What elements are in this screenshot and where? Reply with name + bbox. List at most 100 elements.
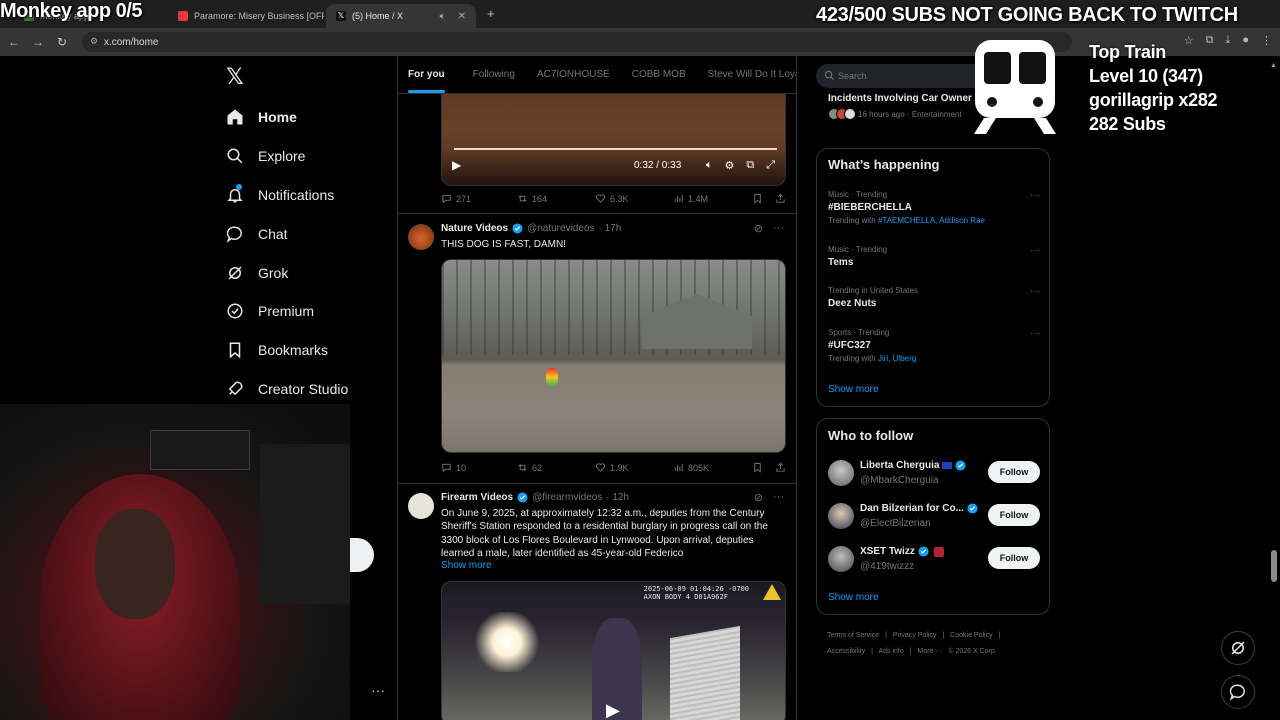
follow-button[interactable]: Follow: [988, 461, 1040, 483]
new-tab-icon[interactable]: +: [487, 6, 495, 21]
video-progress-bar[interactable]: [454, 148, 777, 150]
like-button[interactable]: 1.9K: [595, 462, 673, 473]
author-name[interactable]: Nature Videos: [441, 223, 508, 234]
forward-icon[interactable]: →: [26, 35, 50, 49]
more-icon[interactable]: ···: [1030, 190, 1040, 201]
address-bar[interactable]: ⚙ x.com/home: [82, 32, 1072, 52]
show-more-link[interactable]: Show more: [441, 560, 492, 571]
reply-button[interactable]: 10: [441, 462, 517, 473]
follow-suggestion[interactable]: XSET Twizz @419twizzz Follow: [828, 543, 1040, 579]
bookmark-button[interactable]: [752, 462, 763, 473]
fullscreen-icon[interactable]: ⤢: [766, 159, 775, 172]
reply-icon: [442, 463, 451, 473]
footer-link-terms[interactable]: Terms of Service: [827, 632, 879, 639]
post-divider: [398, 213, 796, 214]
site-info-icon[interactable]: ⚙: [90, 36, 98, 47]
footer-link-cookies[interactable]: Cookie Policy: [950, 632, 992, 639]
trend-item[interactable]: Music · Trending Tems ···: [828, 245, 1040, 268]
sidebar-item-creator-studio[interactable]: Creator Studio: [222, 370, 348, 409]
footer-link-privacy[interactable]: Privacy Policy: [893, 632, 937, 639]
more-icon[interactable]: ···: [1030, 245, 1040, 256]
more-icon[interactable]: ···: [1030, 328, 1040, 339]
repost-button[interactable]: 62: [517, 462, 595, 473]
follow-name: XSET Twizz: [860, 546, 915, 557]
news-headline[interactable]: Incidents Involving Car Owner: [828, 93, 972, 104]
grok-icon[interactable]: ⊘: [754, 491, 763, 504]
scroll-up-icon[interactable]: ▲: [1270, 62, 1277, 69]
tab-list[interactable]: Steve Will Do It Loyal: [696, 56, 796, 93]
close-icon[interactable]: ✕: [458, 11, 466, 22]
messages-fab[interactable]: [1221, 675, 1255, 709]
follow-suggestion[interactable]: Dan Bilzerian for Co... @ElectBilzerian …: [828, 500, 1040, 536]
grok-fab[interactable]: [1221, 631, 1255, 665]
avatar[interactable]: [408, 224, 434, 250]
trend-item[interactable]: Music · Trending #BIEBERCHELLA Trending …: [828, 190, 1040, 225]
post-video[interactable]: 2025-06-09 01:04:26 -0700 AXON BODY 4 D0…: [441, 581, 786, 720]
volume-icon[interactable]: 🔈︎: [706, 159, 713, 172]
sidebar-item-label: Explore: [258, 148, 306, 165]
author-handle[interactable]: @naturevideos: [527, 223, 594, 234]
speaker-icon[interactable]: 🔈︎: [440, 11, 446, 22]
tab-list[interactable]: AC7IONHOUSE: [525, 56, 620, 93]
page-scrollbar[interactable]: ▲: [1270, 60, 1278, 720]
sidebar-item-chat[interactable]: Chat: [222, 214, 348, 253]
video-player[interactable]: ▶ 0:32 / 0:33 🔈︎ ⚙ ⧉ ⤢: [441, 94, 786, 186]
follow-button[interactable]: Follow: [988, 547, 1040, 569]
trend-with-links[interactable]: #TAEMCHELLA, Addison Rae: [878, 216, 985, 225]
author-handle[interactable]: @firearmvideos: [532, 492, 602, 503]
settings-icon[interactable]: ⚙: [724, 159, 734, 172]
trend-with-links[interactable]: Jiri, Ulberg: [878, 354, 916, 363]
more-options-icon[interactable]: ···: [371, 682, 385, 698]
post-video[interactable]: [441, 259, 786, 453]
pip-icon[interactable]: ⧉: [746, 159, 754, 172]
follow-button[interactable]: Follow: [988, 504, 1040, 526]
repost-button[interactable]: 164: [517, 193, 595, 204]
show-more-link[interactable]: Show more: [828, 384, 879, 395]
downloads-icon[interactable]: ⤓: [1225, 34, 1230, 47]
more-icon[interactable]: ···: [773, 491, 784, 504]
sidebar-item-premium[interactable]: Premium: [222, 292, 348, 331]
footer-link-accessibility[interactable]: Accessibility: [827, 648, 865, 655]
post-menu: ⊘ ···: [754, 491, 784, 504]
views-button[interactable]: 805K: [673, 462, 709, 473]
tab-following[interactable]: Following: [455, 56, 525, 93]
back-icon[interactable]: ←: [2, 35, 26, 49]
share-button[interactable]: [775, 462, 786, 473]
tab-list[interactable]: COBB MOB: [620, 56, 696, 93]
sidebar-item-explore[interactable]: Explore: [222, 137, 348, 176]
browser-tab-active[interactable]: 𝕏 (5) Home / X 🔈︎ ✕: [326, 4, 476, 28]
sidebar-item-bookmarks[interactable]: Bookmarks: [222, 331, 348, 370]
trend-item[interactable]: Sports · Trending #UFC327 Trending with …: [828, 328, 1040, 363]
x-logo-icon[interactable]: 𝕏: [226, 66, 248, 88]
sidebar-item-grok[interactable]: Grok: [222, 253, 348, 292]
profile-icon[interactable]: ●: [1242, 34, 1249, 47]
tab-for-you[interactable]: For you: [398, 56, 455, 93]
scrollbar-thumb[interactable]: [1271, 550, 1277, 582]
reply-button[interactable]: 271: [441, 193, 517, 204]
post-time[interactable]: · 17h: [598, 223, 621, 234]
post-time[interactable]: · 12h: [606, 492, 629, 503]
play-icon[interactable]: ▶: [452, 158, 461, 172]
play-icon[interactable]: ▶: [606, 700, 620, 720]
avatar[interactable]: [408, 493, 434, 519]
show-more-link[interactable]: Show more: [828, 592, 879, 603]
reload-icon[interactable]: ↻: [50, 35, 74, 49]
browser-tab[interactable]: Paramore: Misery Business [OFF ✕: [168, 4, 324, 28]
menu-icon[interactable]: ⋮: [1261, 34, 1272, 47]
floating-pill[interactable]: [350, 538, 374, 572]
like-button[interactable]: 6.3K: [595, 193, 673, 204]
footer-link-ads[interactable]: Ads info: [878, 648, 903, 655]
footer-link-more[interactable]: More ···: [918, 648, 943, 655]
url-text: x.com/home: [104, 36, 159, 48]
sidebar-item-home[interactable]: Home: [222, 98, 348, 137]
follow-suggestion[interactable]: Liberta Cherguia @MbarkCherguia Follow: [828, 457, 1040, 493]
trend-item[interactable]: Trending in United States Deez Nuts ···: [828, 286, 1040, 309]
more-icon[interactable]: ···: [773, 222, 784, 235]
grok-icon[interactable]: ⊘: [754, 222, 763, 235]
sidebar-item-notifications[interactable]: Notifications: [222, 176, 348, 215]
author-name[interactable]: Firearm Videos: [441, 492, 513, 503]
share-button[interactable]: [775, 193, 786, 204]
views-button[interactable]: 1.4M: [673, 193, 708, 204]
more-icon[interactable]: ···: [1030, 286, 1040, 297]
bookmark-button[interactable]: [752, 193, 763, 204]
